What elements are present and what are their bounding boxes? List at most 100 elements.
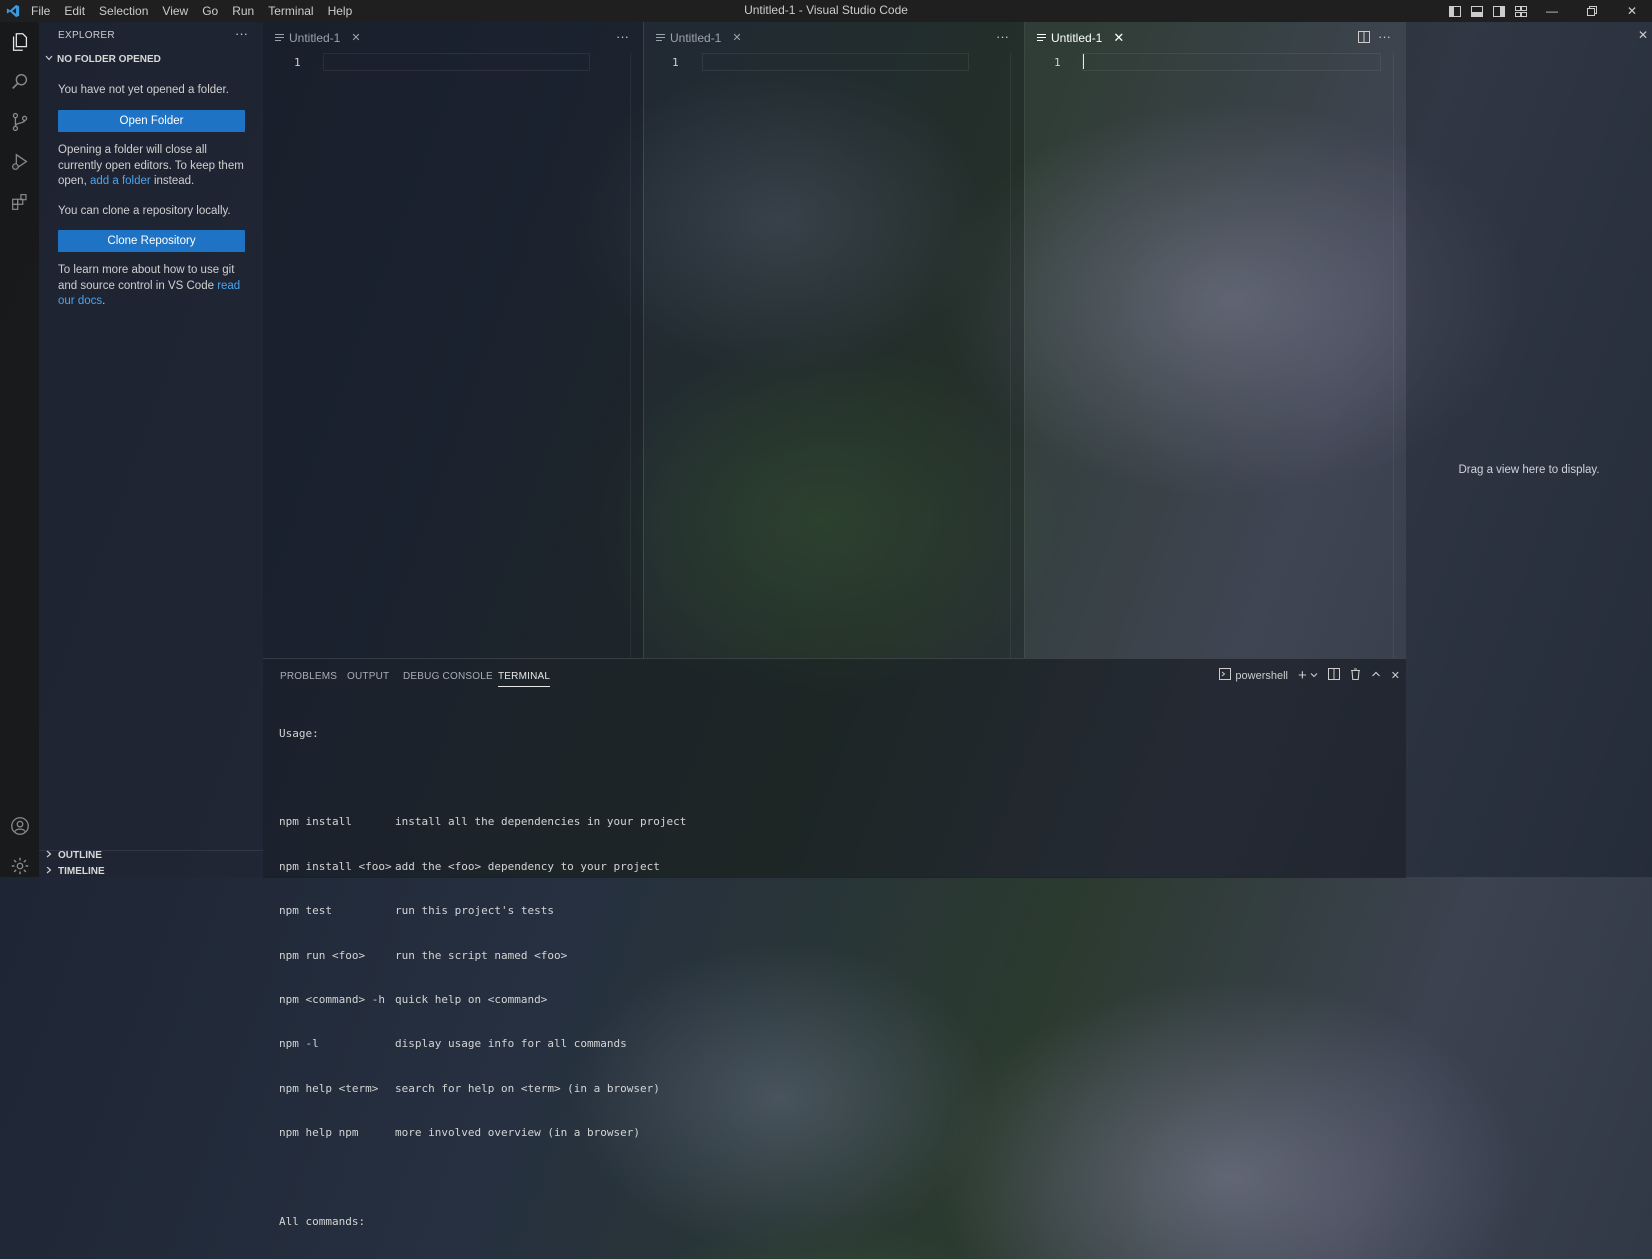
terminal-shell-selector[interactable]: powershell (1219, 668, 1288, 683)
editor-tab-bar: Untitled-1 ✕ ··· (263, 22, 643, 53)
drag-view-hint: Drag a view here to display. (1458, 464, 1600, 476)
opening-text: Opening a folder will close all currentl… (58, 144, 244, 187)
terminal-output[interactable]: Usage: npm install install all the depend… (279, 697, 686, 1259)
editor-text-area[interactable] (263, 53, 643, 658)
terminal-command: npm test (279, 904, 332, 918)
maximize-panel-icon[interactable] (1371, 669, 1381, 682)
learn-text: To learn more about how to use git and s… (58, 264, 235, 292)
split-terminal-icon[interactable] (1327, 668, 1340, 683)
restore-icon[interactable] (1572, 0, 1612, 22)
menu-edit[interactable]: Edit (57, 0, 92, 22)
menu-help[interactable]: Help (321, 0, 360, 22)
menu-go[interactable]: Go (195, 0, 225, 22)
outline-label: OUTLINE (58, 850, 102, 861)
terminal-description: add the <foo> dependency to your project (395, 859, 660, 873)
chevron-right-icon (44, 867, 54, 875)
learn-more-message: To learn more about how to use git and s… (58, 263, 244, 310)
vscode-logo-icon (2, 0, 24, 22)
close-window-icon[interactable]: ✕ (1612, 0, 1652, 22)
editor-tab[interactable]: Untitled-1 ✕ (656, 22, 742, 53)
editor-tab-active[interactable]: Untitled-1 ✕ (1037, 22, 1124, 53)
toggle-panel-icon[interactable] (1466, 0, 1488, 22)
timeline-section-header[interactable]: TIMELINE (44, 867, 105, 875)
menu-selection[interactable]: Selection (92, 0, 155, 22)
terminal-command: npm -l (279, 1037, 319, 1051)
run-debug-icon[interactable] (6, 148, 34, 176)
plus-icon: + (1298, 667, 1307, 684)
editor-more-actions-icon[interactable]: ··· (1378, 29, 1391, 44)
editor-group-3: Untitled-1 ✕ ··· 1 (1025, 22, 1406, 658)
terminal-description: run this project's tests (395, 904, 554, 918)
editor-text-area[interactable] (1025, 53, 1393, 658)
terminal-line: npm <command> -h quick help on <command> (279, 993, 686, 1008)
explorer-more-actions-icon[interactable]: ··· (235, 26, 248, 41)
close-secondary-sidebar-icon[interactable]: ✕ (1638, 28, 1648, 42)
outline-section-header[interactable]: OUTLINE (44, 849, 102, 862)
window-controls: — ✕ (1444, 0, 1652, 22)
gear-icon[interactable] (6, 852, 34, 880)
extensions-icon[interactable] (6, 188, 34, 216)
terminal-icon (1219, 668, 1232, 683)
title-bar: File Edit Selection View Go Run Terminal… (0, 0, 1652, 22)
editor-text-area[interactable] (644, 53, 1024, 658)
terminal-line: npm install install all the dependencies … (279, 815, 686, 830)
editor-group-1: Untitled-1 ✕ ··· 1 (263, 22, 643, 658)
minimize-icon[interactable]: — (1532, 0, 1572, 22)
terminal-description: run the script named <foo> (395, 948, 568, 962)
shell-label: powershell (1235, 669, 1289, 682)
close-tab-icon[interactable]: ✕ (351, 31, 360, 44)
clone-repository-button[interactable]: Clone Repository (58, 230, 245, 252)
terminal-line: npm install <foo> add the <foo> dependenc… (279, 860, 686, 875)
toggle-primary-sidebar-icon[interactable] (1444, 0, 1466, 22)
editor-more-actions-icon[interactable]: ··· (616, 29, 629, 44)
timeline-label: TIMELINE (58, 867, 105, 875)
terminal-command: npm install <foo> (279, 859, 392, 873)
file-lines-icon (275, 31, 284, 45)
panel-actions: powershell + ✕ (1219, 667, 1400, 684)
clone-message: You can clone a repository locally. (58, 205, 231, 217)
tab-problems[interactable]: PROBLEMS (280, 671, 337, 682)
tab-terminal[interactable]: TERMINAL (498, 671, 551, 687)
source-control-icon[interactable] (6, 108, 34, 136)
customize-layout-icon[interactable] (1510, 0, 1532, 22)
menu-run[interactable]: Run (225, 0, 261, 22)
close-tab-icon[interactable]: ✕ (1113, 30, 1124, 46)
open-folder-button[interactable]: Open Folder (58, 110, 245, 132)
search-icon[interactable] (6, 68, 34, 96)
close-tab-icon[interactable]: ✕ (732, 31, 741, 44)
menu-file[interactable]: File (24, 0, 57, 22)
tab-output[interactable]: OUTPUT (347, 671, 389, 682)
terminal-command: npm install (279, 815, 352, 829)
menu-view[interactable]: View (155, 0, 195, 22)
account-icon[interactable] (6, 812, 34, 840)
terminal-all-commands-line: All commands: (279, 1214, 366, 1228)
minimap-divider (1393, 53, 1394, 658)
chevron-down-icon (44, 53, 54, 66)
terminal-command: npm help <term> (279, 1081, 379, 1095)
explorer-icon[interactable] (6, 28, 34, 56)
menu-terminal[interactable]: Terminal (261, 0, 320, 22)
split-editor-icon[interactable] (1358, 31, 1370, 46)
terminal-command: npm <command> -h (279, 992, 385, 1006)
editor-tab[interactable]: Untitled-1 ✕ (275, 22, 361, 53)
editor-more-actions-icon[interactable]: ··· (996, 29, 1009, 44)
tab-label: Untitled-1 (670, 30, 722, 45)
tab-label: Untitled-1 (289, 30, 341, 45)
editor-tab-bar: Untitled-1 ✕ ··· (1025, 22, 1406, 53)
terminal-command: npm run <foo> (279, 948, 366, 962)
new-terminal-button[interactable]: + (1298, 667, 1318, 684)
terminal-line: npm -l display usage info for all command… (279, 1037, 686, 1052)
trash-icon[interactable] (1350, 668, 1361, 683)
terminal-line: npm run <foo> run the script named <foo> (279, 949, 686, 964)
no-folder-section-header[interactable]: NO FOLDER OPENED (44, 53, 161, 66)
add-folder-link[interactable]: add a folder (90, 175, 151, 187)
terminal-description: quick help on <command> (395, 992, 548, 1006)
tab-debug-console[interactable]: DEBUG CONSOLE (403, 671, 493, 682)
section-header-label: NO FOLDER OPENED (57, 54, 161, 65)
explorer-sidebar: EXPLORER ··· NO FOLDER OPENED You have n… (39, 22, 263, 877)
toggle-secondary-sidebar-icon[interactable] (1488, 0, 1510, 22)
chevron-down-icon[interactable] (1310, 670, 1318, 682)
close-panel-icon[interactable]: ✕ (1391, 669, 1400, 682)
terminal-usage-line: Usage: (279, 726, 319, 740)
